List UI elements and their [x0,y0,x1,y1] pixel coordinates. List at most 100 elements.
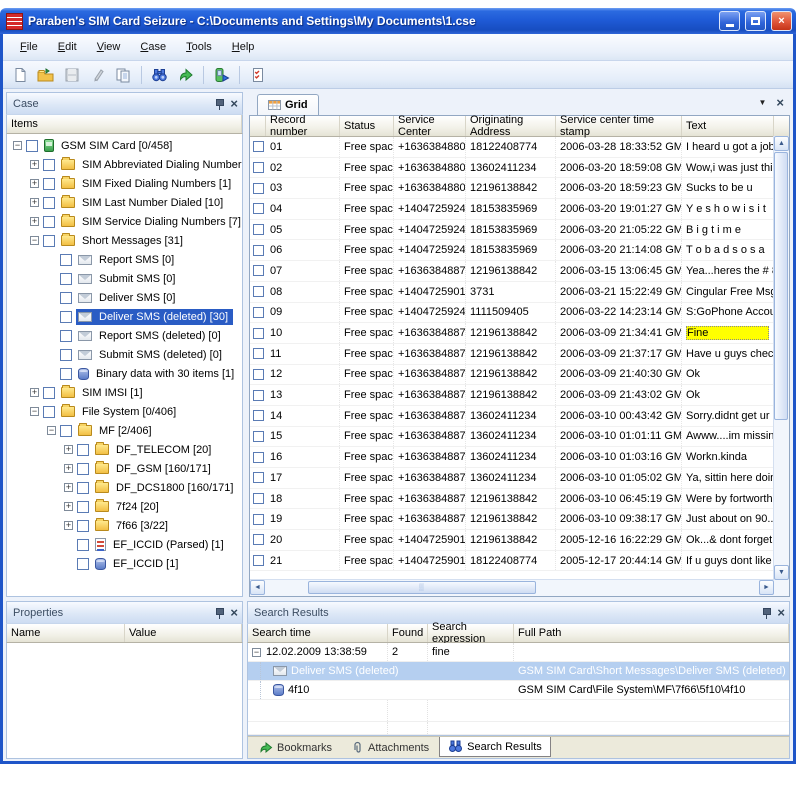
collapse-icon[interactable]: − [13,141,22,150]
column-header-status[interactable]: Status [340,116,394,136]
maximize-button[interactable] [745,11,766,31]
pin-icon[interactable] [214,607,224,619]
row-checkbox[interactable] [253,328,264,339]
tab-search-results[interactable]: Search Results [439,737,551,757]
expand-icon[interactable]: + [30,388,39,397]
collapse-icon[interactable]: − [47,426,56,435]
menu-help[interactable]: Help [223,38,264,56]
tree-checkbox[interactable] [60,349,72,361]
save-icon[interactable] [60,63,83,86]
grid-row[interactable]: 21Free space+14047259016181224087742005-… [250,551,789,572]
menu-view[interactable]: View [88,38,130,56]
bookmark-icon[interactable] [174,63,197,86]
search-column-header-search-time[interactable]: Search time [248,624,388,642]
tree-checkbox[interactable] [77,539,89,551]
tree-checkbox[interactable] [60,292,72,304]
tree-checkbox[interactable] [60,273,72,285]
expand-icon[interactable]: + [64,521,73,530]
tree-item[interactable]: Submit SMS [0] [7,269,242,288]
grid-row[interactable]: 19Free space+16363848870121961388422006-… [250,509,789,530]
grid-row[interactable]: 10Free space+16363848870121961388422006-… [250,323,789,344]
open-case-icon[interactable] [34,63,57,86]
tree-item[interactable]: +7f66 [3/22] [7,516,242,535]
phone-acquire-icon[interactable] [210,63,233,86]
search-icon[interactable] [148,63,171,86]
tree-item[interactable]: −MF [2/406] [7,421,242,440]
tree-item[interactable]: EF_ICCID (Parsed) [1] [7,535,242,554]
horizontal-scrollbar[interactable]: ◄ ▒ ► [250,579,774,596]
grid-row[interactable]: 09Free space+1404725924711115094052006-0… [250,303,789,324]
tree-item[interactable]: +SIM Last Number Dialed [10] [7,193,242,212]
row-checkbox[interactable] [253,224,264,235]
row-checkbox[interactable] [253,534,264,545]
tree-item[interactable]: Report SMS (deleted) [0] [7,326,242,345]
row-checkbox[interactable] [253,390,264,401]
acquire-pen-icon[interactable] [86,63,109,86]
row-checkbox[interactable] [253,183,264,194]
row-checkbox[interactable] [253,203,264,214]
tree-item[interactable]: +SIM Fixed Dialing Numbers [1] [7,174,242,193]
collapse-icon[interactable]: − [30,407,39,416]
expand-icon[interactable]: + [64,483,73,492]
expand-icon[interactable]: + [30,217,39,226]
tree-item[interactable]: Report SMS [0] [7,250,242,269]
column-header-service-center[interactable]: Service Center [394,116,466,136]
row-checkbox[interactable] [253,348,264,359]
row-checkbox[interactable] [253,514,264,525]
tree-item[interactable]: +SIM IMSI [1] [7,383,242,402]
tree-item[interactable]: Binary data with 30 items [1] [7,364,242,383]
grid-row[interactable]: 06Free space+14047259247181538359692006-… [250,240,789,261]
chevron-down-icon[interactable]: ▼ [758,98,766,107]
tree-item[interactable]: +SIM Service Dialing Numbers [7] [7,212,242,231]
expand-icon[interactable]: + [64,445,73,454]
row-checkbox[interactable] [253,472,264,483]
tree-checkbox[interactable] [26,140,38,152]
items-column-header[interactable]: Items [7,115,242,133]
menu-case[interactable]: Case [131,38,175,56]
grid-row[interactable]: 07Free space+16363848870121961388422006-… [250,261,789,282]
row-checkbox[interactable] [253,265,264,276]
column-header-record-number[interactable]: Record number [266,116,340,136]
close-button[interactable]: × [771,11,792,31]
grid-row[interactable]: 03Free space+16363848801121961388422006-… [250,178,789,199]
tree-checkbox[interactable] [60,311,72,323]
row-checkbox[interactable] [253,410,264,421]
menu-tools[interactable]: Tools [177,38,221,56]
menu-file[interactable]: File [11,38,47,56]
tree-checkbox[interactable] [77,558,89,570]
report-icon[interactable] [112,63,135,86]
vertical-scrollbar[interactable]: ▲ ▼ [773,136,789,580]
title-bar[interactable]: Paraben's SIM Card Seizure - C:\Document… [0,8,796,34]
value-column-header[interactable]: Value [125,624,242,642]
tree-checkbox[interactable] [77,463,89,475]
tree-item[interactable]: −GSM SIM Card [0/458] [7,136,242,155]
scroll-right-icon[interactable]: ► [759,580,774,595]
tree-checkbox[interactable] [77,501,89,513]
grid-row[interactable]: 02Free space+16363848801136024112342006-… [250,158,789,179]
tree-checkbox[interactable] [60,368,72,380]
tree-checkbox[interactable] [43,159,55,171]
row-checkbox[interactable] [253,493,264,504]
tree-item[interactable]: Submit SMS (deleted) [0] [7,345,242,364]
tree-checkbox[interactable] [60,425,72,437]
expand-icon[interactable]: + [30,179,39,188]
search-result-row[interactable]: 4f10GSM SIM Card\File System\MF\7f66\5f1… [248,681,789,700]
grid-row[interactable]: 18Free space+16363848870121961388422006-… [250,489,789,510]
column-header-text[interactable]: Text [682,116,774,136]
grid-row[interactable]: 08Free space+1404725901637312006-03-21 1… [250,282,789,303]
grid-row[interactable]: 13Free space+16363848870121961388422006-… [250,385,789,406]
grid-row[interactable]: 17Free space+16363848870136024112342006-… [250,468,789,489]
tree-checkbox[interactable] [43,197,55,209]
grid-row[interactable]: 12Free space+16363848870121961388422006-… [250,365,789,386]
tab-bookmarks[interactable]: Bookmarks [250,737,341,758]
pin-icon[interactable] [761,607,771,619]
tree-item[interactable]: +SIM Abbreviated Dialing Numbers ... [7,155,242,174]
menu-edit[interactable]: Edit [49,38,86,56]
tree-checkbox[interactable] [43,235,55,247]
tree-item[interactable]: Deliver SMS [0] [7,288,242,307]
grid-row[interactable]: 04Free space+14047259247181538359692006-… [250,199,789,220]
search-result-row[interactable]: Deliver SMS (deleted)GSM SIM Card\Short … [248,662,789,681]
row-checkbox[interactable] [253,141,264,152]
new-document-icon[interactable] [8,63,31,86]
row-checkbox[interactable] [253,245,264,256]
